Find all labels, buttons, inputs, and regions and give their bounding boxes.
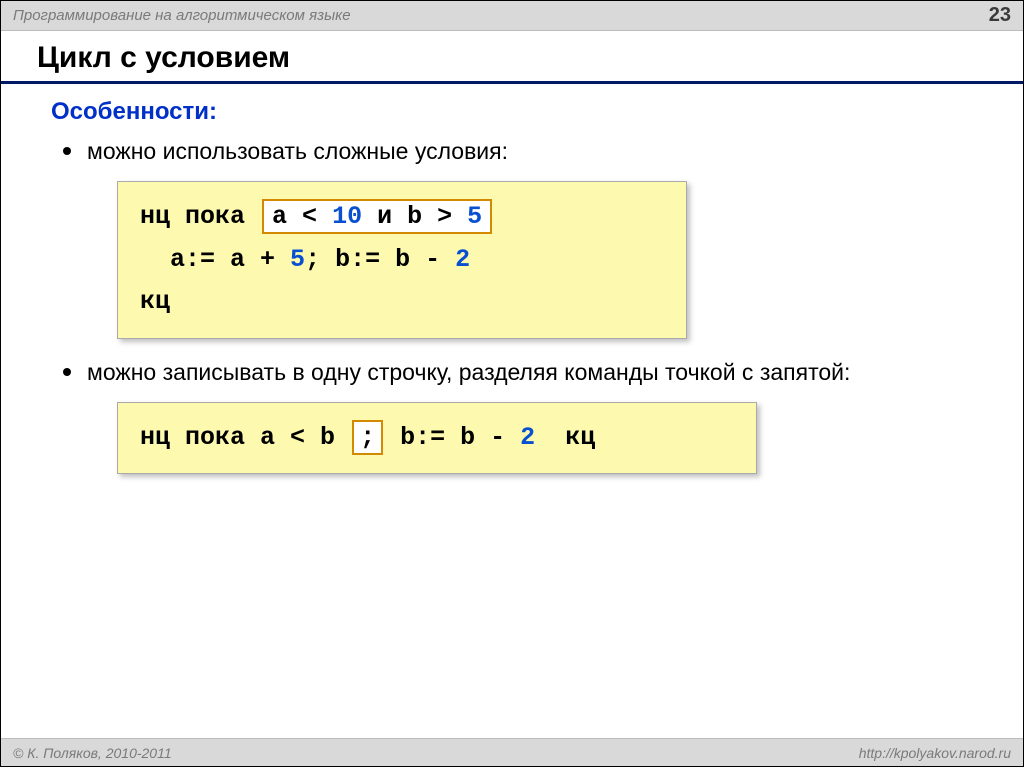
code2-body-a: b:= b -: [400, 423, 505, 452]
bullet-text-2: можно записывать в одну строчку, разделя…: [87, 359, 850, 385]
code2-cond: a < b: [260, 423, 335, 452]
code1-num-10: 10: [332, 202, 362, 231]
section-subhead: Особенности:: [51, 98, 987, 126]
code1-cond-a: a <: [272, 202, 317, 231]
code1-highlight-condition: a < 10 и b > 5: [262, 199, 492, 234]
bullet-item-1: можно использовать сложные условия: нц п…: [87, 136, 987, 339]
code1-kw-start: нц пока: [140, 202, 245, 231]
code1-cond-and: и b >: [377, 202, 452, 231]
header-title: Программирование на алгоритмическом язык…: [13, 7, 351, 24]
bullet-list: можно использовать сложные условия: нц п…: [51, 136, 987, 474]
footer-url: http://kpolyakov.narod.ru: [859, 745, 1011, 761]
code1-line2: a:= a + 5; b:= b - 2: [140, 239, 666, 282]
code2-num-2: 2: [520, 423, 535, 452]
code1-line2b: ; b:= b -: [305, 245, 440, 274]
header-bar: Программирование на алгоритмическом язык…: [1, 1, 1023, 31]
code1-kw-end: кц: [140, 287, 170, 316]
code-block-2: нц пока a < b ; b:= b - 2 кц: [117, 402, 757, 475]
code2-line1: нц пока a < b ; b:= b - 2 кц: [140, 417, 736, 460]
code1-line3: кц: [140, 281, 666, 324]
slide-title: Цикл с условием: [37, 41, 987, 75]
code1-line1: нц пока a < 10 и b > 5: [140, 196, 666, 239]
code2-highlight-semi: ;: [352, 420, 383, 455]
slide: Программирование на алгоритмическом язык…: [0, 0, 1024, 767]
footer-bar: © К. Поляков, 2010-2011 http://kpolyakov…: [1, 738, 1023, 766]
code1-line2a: a:= a +: [140, 245, 275, 274]
code-block-1: нц пока a < 10 и b > 5 a:= a + 5; b:= b …: [117, 181, 687, 339]
code1-num-2: 2: [455, 245, 470, 274]
code2-kw-end: кц: [565, 423, 595, 452]
footer-copyright: © К. Поляков, 2010-2011: [13, 745, 172, 761]
page-number: 23: [989, 4, 1011, 27]
code2-kw-start: нц пока: [140, 423, 245, 452]
bullet-text-1: можно использовать сложные условия:: [87, 138, 508, 164]
code1-num-5b: 5: [290, 245, 305, 274]
title-band: Цикл с условием: [1, 31, 1023, 84]
code1-num-5: 5: [467, 202, 482, 231]
slide-body: Особенности: можно использовать сложные …: [1, 84, 1023, 738]
bullet-item-2: можно записывать в одну строчку, разделя…: [87, 357, 987, 475]
